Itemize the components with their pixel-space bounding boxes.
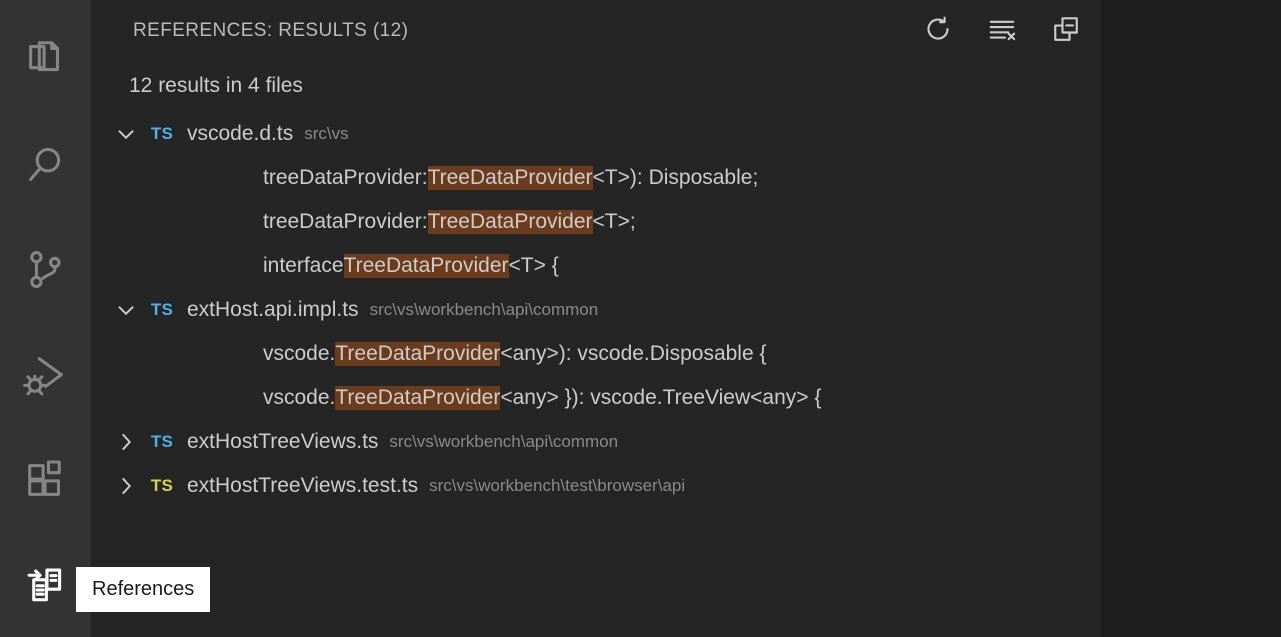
result-row[interactable]: treeDataProvider: TreeDataProvider<T>; — [91, 200, 1101, 244]
search-icon — [23, 142, 69, 188]
result-row[interactable]: vscode.TreeDataProvider<any>): vscode.Di… — [91, 332, 1101, 376]
result-match-highlight: TreeDataProvider — [428, 166, 593, 190]
file-type-badge: TS — [143, 300, 181, 320]
references-icon — [23, 562, 69, 608]
extensions-icon — [23, 457, 69, 503]
result-text-before: treeDataProvider: — [263, 166, 428, 190]
file-row[interactable]: TS extHostTreeViews.ts src\vs\workbench\ap… — [91, 420, 1101, 464]
run-debug-icon — [23, 352, 69, 398]
result-match-highlight: TreeDataProvider — [335, 342, 500, 366]
file-row[interactable]: TS extHostTreeViews.test.ts src\vs\workben… — [91, 464, 1101, 508]
result-text-before: vscode. — [263, 342, 335, 366]
references-panel: REFERENCES: RESULTS (12) — [91, 0, 1101, 637]
chevron-down-icon[interactable] — [109, 117, 143, 151]
result-row[interactable]: treeDataProvider: TreeDataProvider<T>): … — [91, 156, 1101, 200]
file-type-badge: TS — [143, 124, 181, 144]
tooltip: References — [76, 567, 210, 612]
tooltip-label: References — [92, 578, 194, 601]
vscode-window: REFERENCES: RESULTS (12) — [0, 0, 1281, 637]
activity-item-source-control[interactable] — [0, 218, 91, 323]
activity-bar — [0, 0, 91, 637]
panel-header: REFERENCES: RESULTS (12) — [91, 0, 1101, 62]
file-path: src\vs\workbench\test\browser\api — [429, 476, 685, 496]
file-path: src\vs\workbench\api\common — [370, 300, 599, 320]
file-path: src\vs — [304, 124, 348, 144]
file-row[interactable]: TS extHost.api.impl.ts src\vs\workbench\ap… — [91, 288, 1101, 332]
file-name: extHost.api.impl.ts — [187, 298, 359, 322]
file-name: extHostTreeViews.test.ts — [187, 474, 418, 498]
file-type-badge: TS — [143, 432, 181, 452]
refresh-button[interactable] — [921, 14, 955, 48]
chevron-right-icon[interactable] — [109, 425, 143, 459]
result-row[interactable]: interface TreeDataProvider<T> { — [91, 244, 1101, 288]
panel-actions — [921, 14, 1083, 48]
activity-item-explorer[interactable] — [0, 8, 91, 113]
source-control-icon — [23, 247, 69, 293]
result-text-after: <T>; — [593, 210, 636, 234]
file-name: vscode.d.ts — [187, 122, 293, 146]
file-path: src\vs\workbench\api\common — [389, 432, 618, 452]
result-match-highlight: TreeDataProvider — [428, 210, 593, 234]
result-match-highlight: TreeDataProvider — [335, 386, 500, 410]
result-text-before: treeDataProvider: — [263, 210, 428, 234]
file-row[interactable]: TS vscode.d.ts src\vs — [91, 112, 1101, 156]
result-text-before: interface — [263, 254, 344, 278]
activity-item-search[interactable] — [0, 113, 91, 218]
file-name: extHostTreeViews.ts — [187, 430, 378, 454]
collapse-all-icon — [1051, 14, 1081, 49]
files-icon — [23, 37, 69, 83]
chevron-down-icon[interactable] — [109, 293, 143, 327]
refresh-icon — [923, 14, 953, 49]
result-text-after: <T> { — [509, 254, 559, 278]
file-type-badge: TS — [143, 476, 181, 496]
result-text-after: <any>): vscode.Disposable { — [500, 342, 766, 366]
clear-results-icon — [987, 14, 1017, 49]
clear-results-button[interactable] — [985, 14, 1019, 48]
result-text-after: <any> }): vscode.TreeView<any> { — [500, 386, 821, 410]
collapse-all-button[interactable] — [1049, 14, 1083, 48]
panel-title: REFERENCES: RESULTS (12) — [133, 20, 408, 42]
results-summary: 12 results in 4 files — [91, 62, 1101, 110]
result-match-highlight: TreeDataProvider — [344, 254, 509, 278]
chevron-right-icon[interactable] — [109, 469, 143, 503]
activity-item-extensions[interactable] — [0, 427, 91, 532]
results-tree: TS vscode.d.ts src\vs treeDataProvider: Tre… — [91, 110, 1101, 508]
result-row[interactable]: vscode.TreeDataProvider<any> }): vscode.… — [91, 376, 1101, 420]
result-text-after: <T>): Disposable; — [593, 166, 759, 190]
activity-item-run-and-debug[interactable] — [0, 322, 91, 427]
result-text-before: vscode. — [263, 386, 335, 410]
